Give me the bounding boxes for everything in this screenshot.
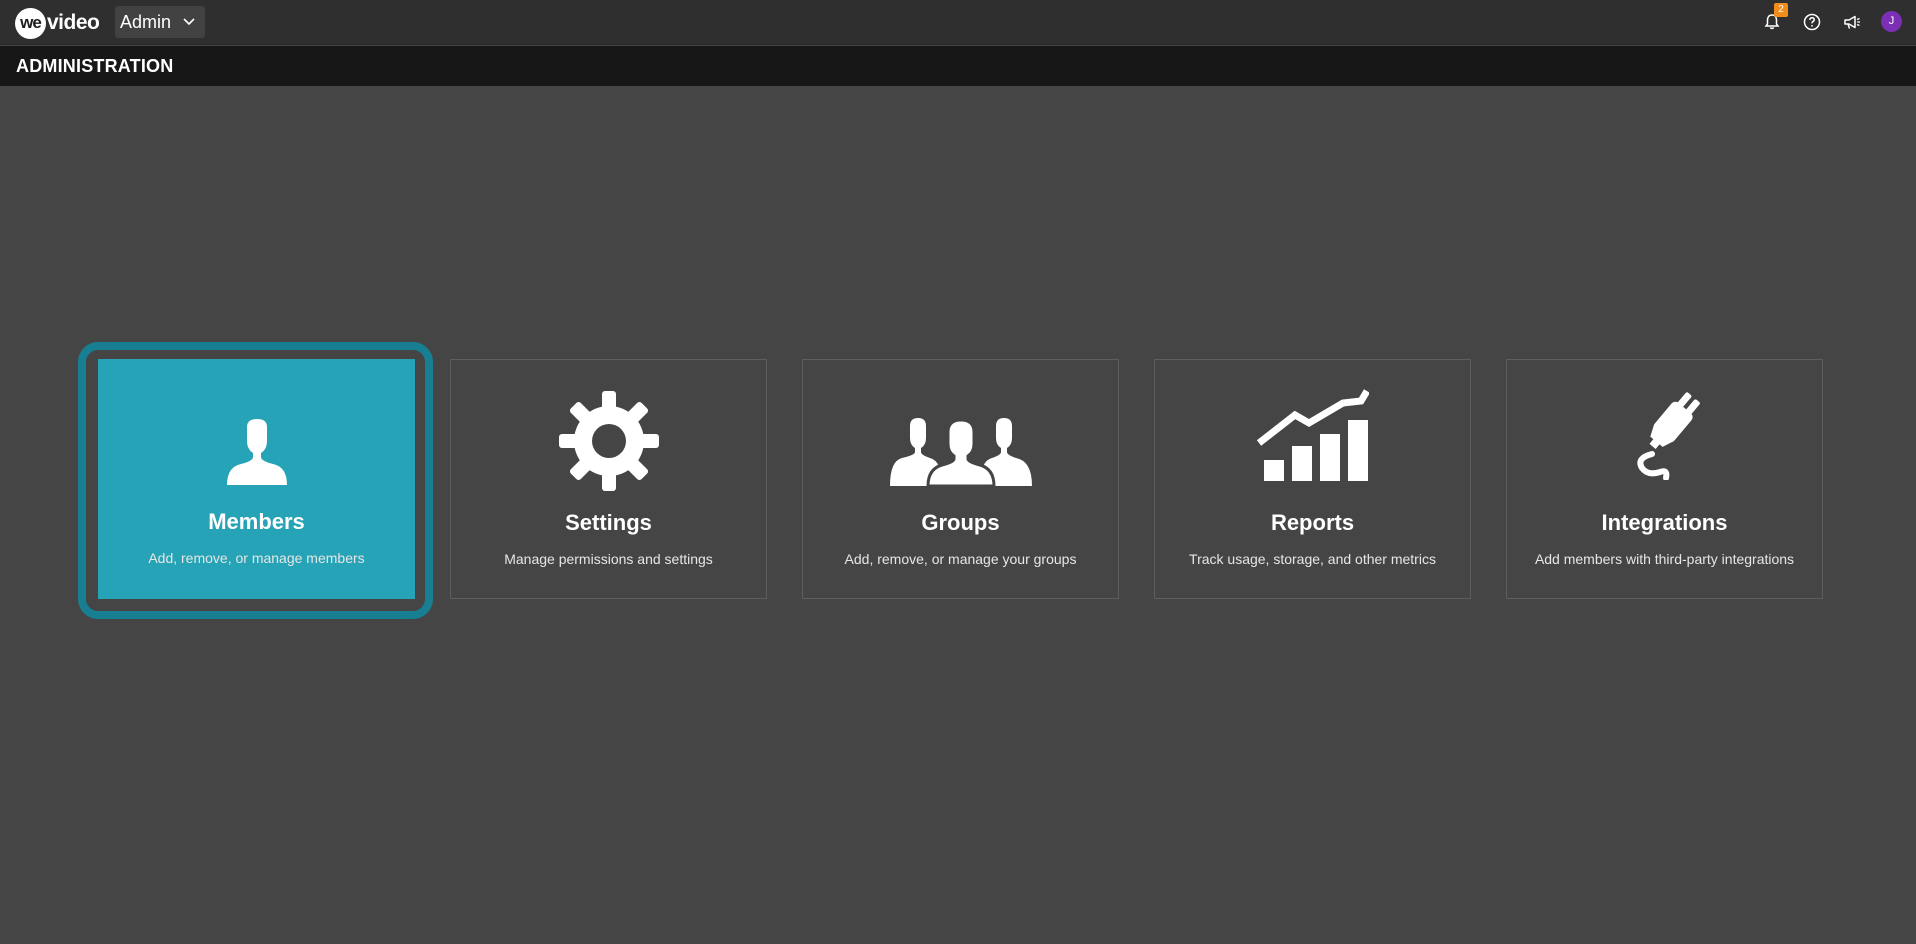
user-avatar[interactable]: J (1881, 11, 1902, 32)
top-bar: we video Admin 2 J (0, 0, 1916, 45)
card-settings[interactable]: Settings Manage permissions and settings (450, 359, 767, 599)
role-selector-value: Admin (120, 11, 172, 32)
logo-we: we (15, 7, 46, 39)
card-description: Manage permissions and settings (504, 551, 713, 567)
gear-icon (451, 391, 766, 491)
member-icon (98, 419, 415, 485)
page-header: ADMINISTRATION (0, 46, 1916, 86)
card-integrations[interactable]: Integrations Add members with third-part… (1506, 359, 1823, 599)
card-description: Add, remove, or manage your groups (844, 551, 1077, 567)
card-description: Track usage, storage, and other metrics (1189, 551, 1436, 567)
logo-video: video (47, 11, 100, 34)
page-title: ADMINISTRATION (16, 56, 174, 76)
card-reports[interactable]: Reports Track usage, storage, and other … (1154, 359, 1471, 599)
card-description: Add, remove, or manage members (148, 550, 365, 566)
card-title: Integrations (1601, 510, 1728, 535)
card-title: Groups (921, 510, 1000, 535)
card-title: Members (208, 509, 305, 534)
card-members[interactable]: Members Add, remove, or manage members (98, 359, 415, 599)
wevideo-logo[interactable]: we video (15, 7, 100, 39)
help-circle-icon[interactable] (1802, 12, 1822, 32)
card-description: Add members with third-party integration… (1534, 551, 1795, 567)
chevron-down-icon (183, 18, 195, 26)
notification-badge: 2 (1774, 3, 1788, 17)
role-selector[interactable]: Admin (115, 6, 205, 38)
group-icon (803, 418, 1118, 486)
chart-growth-icon (1155, 383, 1470, 483)
card-title: Reports (1270, 510, 1355, 535)
megaphone-icon[interactable] (1842, 12, 1862, 32)
card-title: Settings (565, 510, 652, 535)
plug-icon (1507, 388, 1822, 480)
card-groups[interactable]: Groups Add, remove, or manage your group… (802, 359, 1119, 599)
